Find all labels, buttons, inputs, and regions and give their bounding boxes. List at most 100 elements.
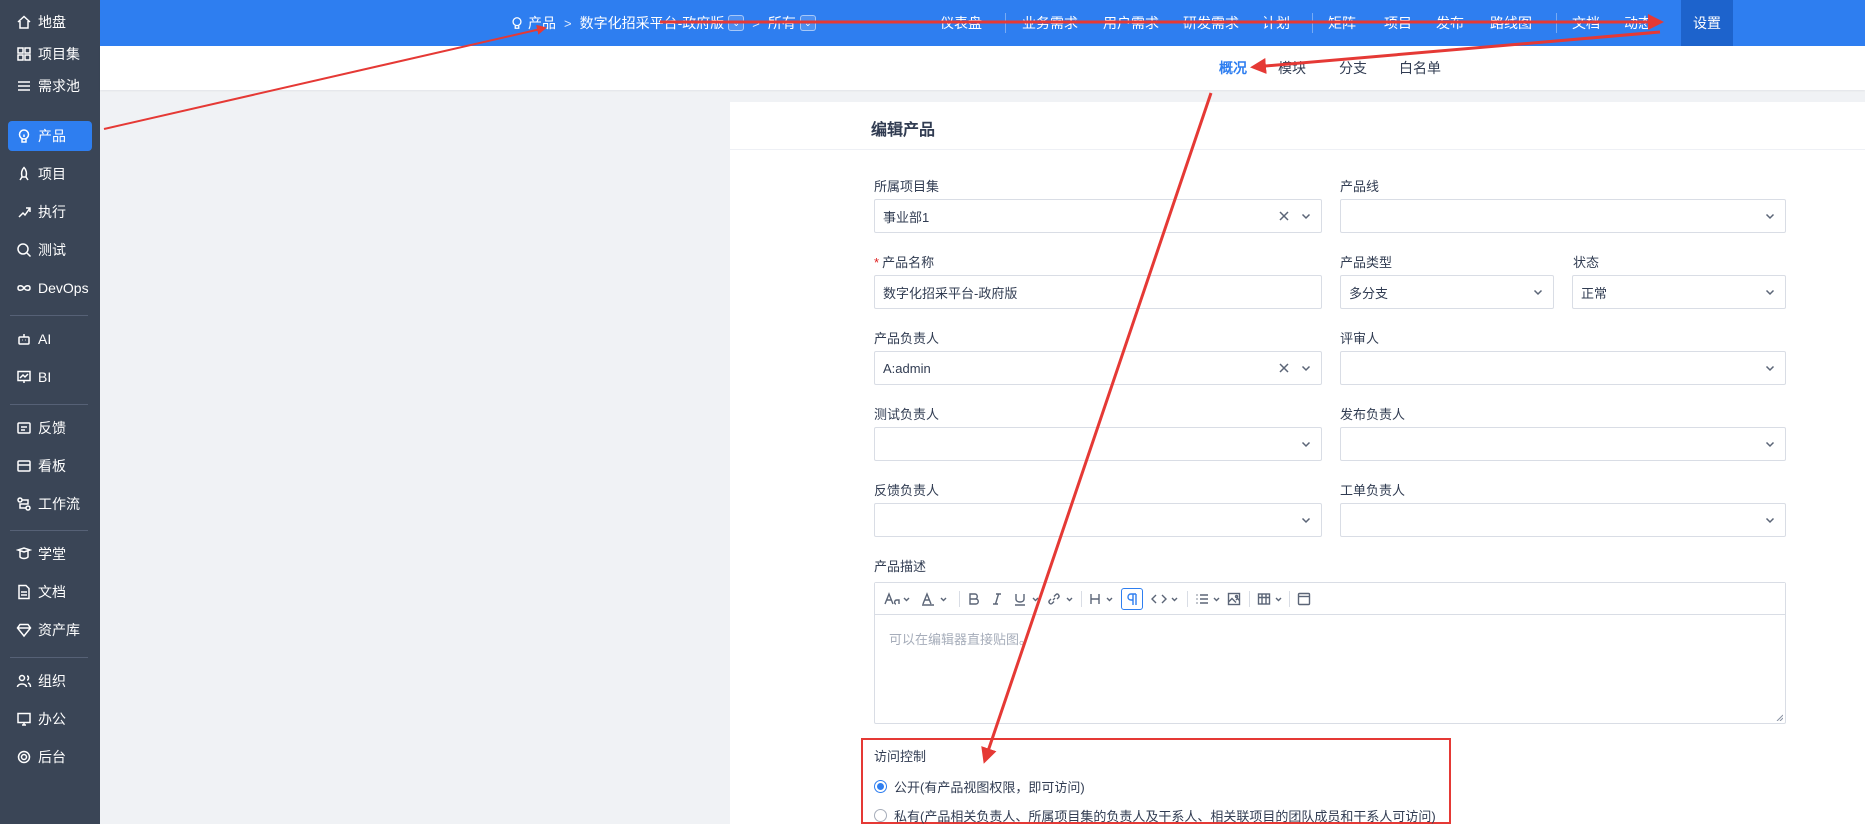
description-label: 产品描述 — [874, 559, 927, 574]
breadcrumb-branch-scope[interactable]: 所有 — [768, 13, 796, 33]
status-select[interactable]: 正常 — [1572, 275, 1786, 309]
nav-item-matrix[interactable]: 矩阵 — [1328, 0, 1356, 46]
bug-search-icon — [15, 241, 33, 259]
breadcrumb-product-name[interactable]: 数字化招采平台-政府版 — [580, 13, 725, 33]
sidebar-item-kanban[interactable]: 看板 — [8, 451, 92, 481]
table-icon[interactable] — [1257, 588, 1285, 610]
heading-icon[interactable] — [1089, 588, 1117, 610]
resize-handle-icon[interactable] — [1775, 713, 1783, 721]
diamond-icon — [15, 621, 33, 639]
breadcrumb-product[interactable]: 产品 — [528, 13, 556, 33]
nav-item-settings[interactable]: 设置 — [1681, 0, 1733, 46]
chevron-down-icon — [1301, 213, 1311, 220]
nav-item-plan[interactable]: 计划 — [1262, 0, 1290, 46]
radio-checked[interactable] — [874, 780, 887, 793]
required-asterisk: * — [874, 255, 880, 270]
sidebar: 地盘 项目集 需求池 产品 项目 执行 测试 DevOps AI BI 反馈 看… — [0, 0, 100, 824]
sidebar-item-test[interactable]: 测试 — [8, 235, 92, 265]
image-icon[interactable] — [1227, 588, 1241, 610]
sidebar-item-execution[interactable]: 执行 — [8, 197, 92, 227]
run-icon — [15, 203, 33, 221]
feedback-owner-select[interactable] — [874, 503, 1322, 537]
product-name-input[interactable]: 数字化招采平台-政府版 — [874, 275, 1322, 309]
product-name-value: 数字化招采平台-政府版 — [883, 285, 1018, 301]
acl-option-public[interactable]: 公开(有产品视图权限，即可访问) — [874, 777, 1085, 796]
nav-item-dynamic[interactable]: 动态 — [1624, 0, 1652, 46]
nav-separator — [1312, 13, 1313, 33]
code-icon[interactable] — [1151, 588, 1181, 610]
sidebar-item-workflow[interactable]: 工作流 — [8, 489, 92, 519]
toolbar-divider — [1081, 591, 1082, 607]
nav-item-epic[interactable]: 业务需求 — [1022, 0, 1078, 46]
chevron-down-icon — [1301, 441, 1311, 448]
sidebar-item-program[interactable]: 项目集 — [8, 39, 92, 69]
nav-item-release[interactable]: 发布 — [1436, 0, 1464, 46]
nav-item-requirement[interactable]: 用户需求 — [1103, 0, 1159, 46]
font-size-icon[interactable] — [884, 588, 912, 610]
chevron-down-icon — [1765, 365, 1775, 372]
link-icon[interactable] — [1047, 588, 1075, 610]
sidebar-item-bi[interactable]: BI — [8, 362, 92, 392]
sidebar-item-project[interactable]: 项目 — [8, 159, 92, 189]
sidebar-item-demandpool[interactable]: 需求池 — [8, 71, 92, 101]
sidebar-item-office[interactable]: 办公 — [8, 704, 92, 734]
qa-owner-select[interactable] — [874, 427, 1322, 461]
product-line-select[interactable] — [1340, 199, 1786, 233]
sidebar-divider — [10, 657, 88, 658]
nav-item-project[interactable]: 项目 — [1384, 0, 1412, 46]
nav-separator — [1005, 13, 1006, 33]
sidebar-item-doc[interactable]: 文档 — [8, 577, 92, 607]
text-color-icon[interactable] — [921, 588, 949, 610]
sidebar-item-dashboard[interactable]: 地盘 — [8, 7, 92, 37]
nav-item-dashboard[interactable]: 仪表盘 — [940, 0, 982, 46]
sidebar-item-product[interactable]: 产品 — [8, 121, 92, 151]
bold-icon[interactable] — [967, 588, 981, 610]
release-owner-select[interactable] — [1340, 427, 1786, 461]
description-editor[interactable]: 可以在编辑器直接贴图。 — [874, 582, 1786, 724]
bulb-icon — [15, 127, 33, 145]
paragraph-icon[interactable] — [1121, 588, 1143, 610]
italic-icon[interactable] — [990, 588, 1004, 610]
reviewer-select[interactable] — [1340, 351, 1786, 385]
tab-overview[interactable]: 概况 — [1219, 46, 1247, 90]
sidebar-item-label: 资产库 — [38, 622, 80, 638]
radio-unchecked[interactable] — [874, 809, 887, 822]
tab-branch[interactable]: 分支 — [1339, 46, 1367, 90]
sidebar-item-org[interactable]: 组织 — [8, 666, 92, 696]
sidebar-item-asset[interactable]: 资产库 — [8, 615, 92, 645]
sidebar-item-school[interactable]: 学堂 — [8, 539, 92, 569]
product-switch-dropdown-icon[interactable]: ⌄ — [728, 15, 745, 31]
sidebar-item-label: DevOps — [38, 280, 89, 296]
product-type-label: 产品类型 — [1340, 255, 1393, 270]
sidebar-item-feedback[interactable]: 反馈 — [8, 413, 92, 443]
clear-icon[interactable] — [1277, 209, 1291, 223]
nav-item-story[interactable]: 研发需求 — [1183, 0, 1239, 46]
bullet-list-icon[interactable] — [1195, 588, 1223, 610]
nav-item-doc[interactable]: 文档 — [1572, 0, 1600, 46]
ticket-owner-select[interactable] — [1340, 503, 1786, 537]
product-type-select[interactable]: 多分支 — [1340, 275, 1554, 309]
nav-item-roadmap[interactable]: 路线图 — [1490, 0, 1532, 46]
program-select[interactable]: 事业部1 — [874, 199, 1322, 233]
tab-whitelist[interactable]: 白名单 — [1399, 46, 1441, 90]
sidebar-item-label: 产品 — [38, 128, 66, 144]
clear-icon[interactable] — [1277, 361, 1291, 375]
sidebar-item-admin[interactable]: 后台 — [8, 742, 92, 772]
rocket-icon — [15, 165, 33, 183]
branch-dropdown-icon[interactable]: ⌄ — [799, 15, 816, 31]
editor-placeholder: 可以在编辑器直接贴图。 — [889, 632, 1033, 647]
tab-module[interactable]: 模块 — [1278, 46, 1306, 90]
toolbar-divider — [1249, 591, 1250, 607]
workflow-icon — [15, 495, 33, 513]
acl-option-private[interactable]: 私有(产品相关负责人、所属项目集的负责人及干系人、相关联项目的团队成员和干系人可… — [874, 806, 1436, 824]
sidebar-item-label: BI — [38, 369, 52, 385]
sidebar-item-label: 组织 — [38, 673, 66, 689]
product-owner-select[interactable]: A:admin — [874, 351, 1322, 385]
sidebar-item-devops[interactable]: DevOps — [8, 273, 92, 303]
fullscreen-icon[interactable] — [1297, 588, 1311, 610]
chevron-down-icon — [1765, 289, 1775, 296]
gear-icon — [15, 748, 33, 766]
underline-icon[interactable] — [1013, 588, 1041, 610]
sidebar-item-label: 后台 — [38, 749, 66, 765]
sidebar-item-ai[interactable]: AI — [8, 324, 92, 354]
